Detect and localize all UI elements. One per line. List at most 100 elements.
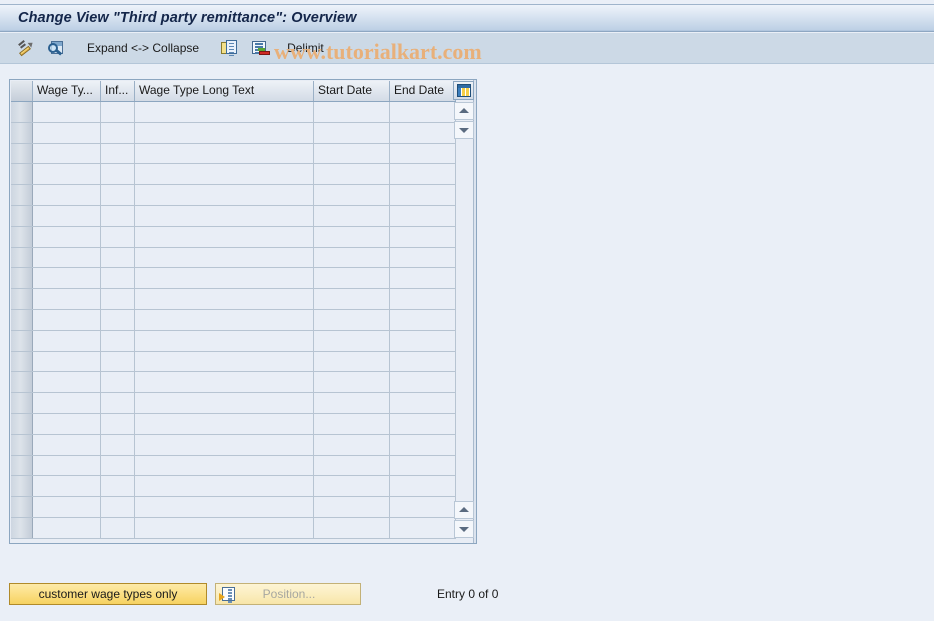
column-header-infotype[interactable]: Inf... — [101, 81, 135, 101]
table-cell[interactable] — [390, 205, 456, 226]
table-cell[interactable] — [390, 309, 456, 330]
table-row[interactable] — [11, 122, 456, 144]
table-cell[interactable] — [390, 185, 456, 205]
table-cell[interactable] — [314, 226, 390, 247]
table-cell[interactable] — [33, 143, 101, 164]
table-cell[interactable] — [314, 393, 390, 413]
table-cell[interactable] — [135, 455, 314, 476]
row-selector-cell[interactable] — [11, 226, 33, 247]
table-cell[interactable] — [101, 185, 135, 205]
table-cell[interactable] — [101, 351, 135, 372]
table-cell[interactable] — [33, 517, 101, 538]
table-settings-icon[interactable] — [453, 81, 474, 100]
row-selector-cell[interactable] — [11, 351, 33, 372]
table-cell[interactable] — [390, 268, 456, 289]
table-row[interactable] — [11, 497, 456, 518]
column-header-end-date[interactable]: End Date — [390, 81, 456, 101]
table-row[interactable] — [11, 164, 456, 186]
scroll-to-top-button[interactable] — [454, 102, 474, 120]
table-row[interactable] — [11, 372, 456, 394]
table-cell[interactable] — [33, 372, 101, 393]
table-cell[interactable] — [33, 226, 101, 247]
table-cell[interactable] — [135, 517, 314, 538]
customer-wage-types-only-button[interactable]: customer wage types only — [9, 583, 207, 605]
table-cell[interactable] — [33, 413, 101, 434]
column-header-start-date[interactable]: Start Date — [314, 81, 390, 101]
expand-collapse-button[interactable]: Expand <-> Collapse — [79, 36, 207, 60]
table-cell[interactable] — [135, 205, 314, 226]
table-cell[interactable] — [101, 476, 135, 497]
table-row[interactable] — [11, 309, 456, 331]
table-cell[interactable] — [390, 102, 456, 122]
details-button[interactable] — [43, 36, 70, 60]
table-cell[interactable] — [314, 122, 390, 143]
table-row[interactable] — [11, 393, 456, 414]
table-cell[interactable] — [135, 268, 314, 289]
row-selector-cell[interactable] — [11, 372, 33, 393]
table-cell[interactable] — [101, 393, 135, 413]
table-cell[interactable] — [135, 102, 314, 122]
table-cell[interactable] — [390, 393, 456, 413]
table-cell[interactable] — [101, 122, 135, 143]
table-row[interactable] — [11, 205, 456, 227]
row-selector-cell[interactable] — [11, 164, 33, 185]
table-cell[interactable] — [101, 247, 135, 268]
table-cell[interactable] — [314, 268, 390, 289]
row-selector-cell[interactable] — [11, 330, 33, 351]
row-selector-cell[interactable] — [11, 497, 33, 517]
table-cell[interactable] — [33, 476, 101, 497]
row-selector-cell[interactable] — [11, 247, 33, 268]
table-cell[interactable] — [33, 102, 101, 122]
table-cell[interactable] — [390, 372, 456, 393]
table-cell[interactable] — [135, 330, 314, 351]
table-cell[interactable] — [101, 205, 135, 226]
row-selector-cell[interactable] — [11, 393, 33, 413]
table-cell[interactable] — [135, 413, 314, 434]
column-header-select[interactable] — [11, 81, 33, 101]
table-cell[interactable] — [101, 497, 135, 517]
table-cell[interactable] — [314, 476, 390, 497]
delimit-row-button[interactable] — [247, 36, 275, 60]
table-cell[interactable] — [390, 330, 456, 351]
vertical-scrollbar-track[interactable] — [473, 80, 476, 543]
table-cell[interactable] — [135, 393, 314, 413]
delimit-button[interactable]: Delimit — [279, 36, 332, 60]
table-row[interactable] — [11, 102, 456, 123]
table-cell[interactable] — [135, 247, 314, 268]
table-cell[interactable] — [33, 247, 101, 268]
row-selector-cell[interactable] — [11, 309, 33, 330]
table-row[interactable] — [11, 247, 456, 269]
row-selector-cell[interactable] — [11, 205, 33, 226]
table-cell[interactable] — [135, 434, 314, 455]
table-cell[interactable] — [101, 434, 135, 455]
display-change-button[interactable] — [12, 36, 39, 60]
table-cell[interactable] — [101, 289, 135, 309]
table-cell[interactable] — [314, 205, 390, 226]
table-cell[interactable] — [390, 289, 456, 309]
table-cell[interactable] — [101, 102, 135, 122]
table-cell[interactable] — [33, 393, 101, 413]
scroll-to-bottom-button[interactable] — [454, 520, 474, 538]
table-cell[interactable] — [33, 122, 101, 143]
table-row[interactable] — [11, 517, 456, 539]
table-cell[interactable] — [33, 309, 101, 330]
table-cell[interactable] — [135, 372, 314, 393]
column-header-wage-type-long-text[interactable]: Wage Type Long Text — [135, 81, 314, 101]
row-selector-cell[interactable] — [11, 268, 33, 289]
table-cell[interactable] — [135, 476, 314, 497]
table-cell[interactable] — [101, 372, 135, 393]
row-selector-cell[interactable] — [11, 185, 33, 205]
table-row[interactable] — [11, 455, 456, 477]
table-cell[interactable] — [33, 289, 101, 309]
table-cell[interactable] — [33, 268, 101, 289]
row-selector-cell[interactable] — [11, 455, 33, 476]
table-cell[interactable] — [390, 351, 456, 372]
table-cell[interactable] — [314, 102, 390, 122]
table-cell[interactable] — [33, 497, 101, 517]
position-button[interactable]: Position... — [215, 583, 361, 605]
table-cell[interactable] — [390, 122, 456, 143]
table-cell[interactable] — [390, 164, 456, 185]
table-cell[interactable] — [135, 143, 314, 164]
table-cell[interactable] — [314, 413, 390, 434]
row-selector-cell[interactable] — [11, 517, 33, 538]
